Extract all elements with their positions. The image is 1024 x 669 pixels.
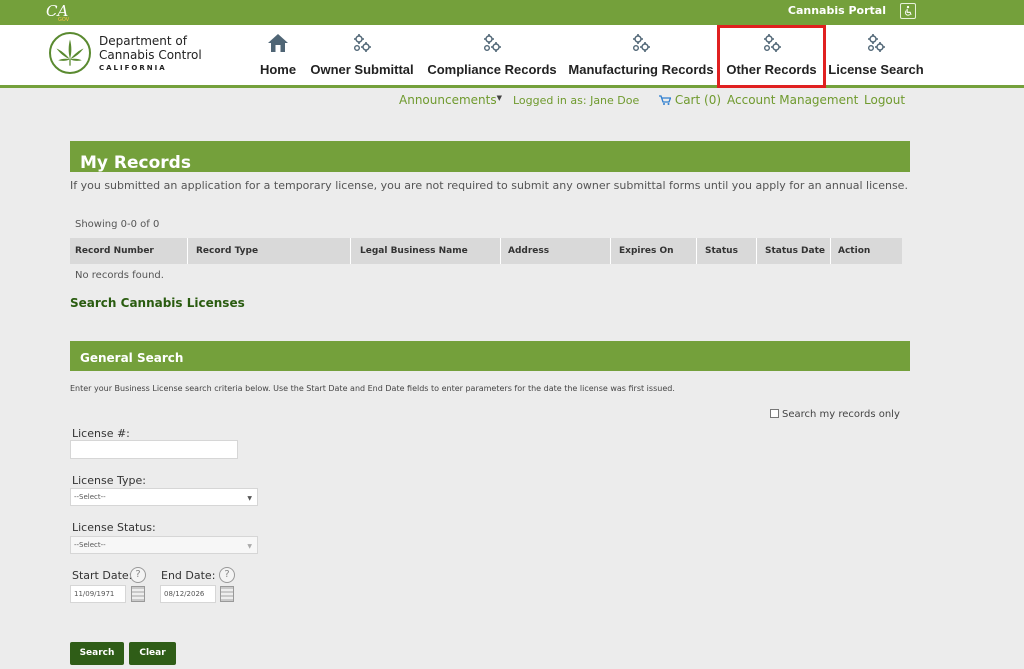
search-my-records-label: Search my records only — [782, 409, 900, 420]
svg-text:GOV: GOV — [58, 17, 70, 22]
ca-gov-logo[interactable]: CA GOV — [44, 2, 78, 22]
license-number-input[interactable] — [70, 440, 238, 459]
records-intro-text: If you submitted an application for a te… — [70, 179, 908, 192]
cart-label: Cart (0) — [674, 93, 722, 107]
end-date-help-icon[interactable]: ? — [219, 567, 235, 583]
search-my-records-only[interactable]: Search my records only — [770, 409, 900, 420]
top-bar: CA GOV Cannabis Portal — [0, 0, 1024, 25]
dropdown-arrow-icon: ▼ — [247, 543, 252, 550]
start-date-calendar-icon[interactable] — [131, 586, 145, 602]
gears-icon — [763, 34, 781, 52]
announcements-label: Announcements — [399, 93, 497, 107]
col-record-type[interactable]: Record Type — [196, 246, 258, 256]
caret-down-icon: ▼ — [496, 94, 502, 102]
cannabis-portal-link[interactable]: Cannabis Portal — [788, 4, 886, 17]
license-status-value: --Select-- — [74, 541, 106, 549]
start-date-label: Start Date: — [72, 569, 133, 582]
search-button[interactable]: Search — [70, 642, 124, 665]
search-cannabis-licenses-heading: Search Cannabis Licenses — [70, 296, 245, 310]
account-management-link[interactable]: Account Management — [727, 93, 858, 107]
logged-in-text: Logged in as: Jane Doe — [513, 94, 640, 107]
dept-line-1: Department of — [99, 34, 187, 48]
nav-license-search[interactable]: License Search — [828, 25, 924, 88]
end-date-calendar-icon[interactable] — [220, 586, 234, 602]
license-status-label: License Status: — [72, 521, 156, 534]
nav-manufacturing-records-label: Manufacturing Records — [568, 62, 714, 77]
nav-compliance-records-label: Compliance Records — [427, 62, 557, 77]
col-status[interactable]: Status — [705, 246, 738, 256]
logout-link[interactable]: Logout — [864, 93, 905, 107]
department-name: Department of Cannabis Control CALIFORNI… — [99, 34, 202, 74]
records-table-header: Record Number Record Type Legal Business… — [70, 238, 902, 264]
general-search-title: General Search — [70, 341, 910, 371]
nav-license-search-label: License Search — [828, 62, 924, 77]
col-action[interactable]: Action — [838, 246, 870, 256]
nav-owner-submittal[interactable]: Owner Submittal — [307, 25, 417, 88]
end-date-input[interactable]: 08/12/2026 — [160, 585, 216, 603]
license-type-label: License Type: — [72, 474, 146, 487]
my-records-title: My Records — [70, 141, 910, 173]
license-type-select[interactable]: --Select-- ▼ — [70, 488, 258, 506]
nav-home-label: Home — [259, 62, 297, 77]
start-date-input[interactable]: 11/09/1971 — [70, 585, 126, 603]
col-expires-on[interactable]: Expires On — [619, 246, 674, 256]
start-date-help-icon[interactable]: ? — [130, 567, 146, 583]
gears-icon — [354, 34, 371, 52]
license-status-select[interactable]: --Select-- ▼ — [70, 536, 258, 554]
gears-icon — [633, 34, 650, 52]
dcc-leaf-logo[interactable] — [49, 32, 91, 74]
accessibility-icon[interactable] — [900, 3, 916, 19]
gears-icon — [484, 34, 501, 52]
col-legal-business-name[interactable]: Legal Business Name — [360, 246, 468, 256]
nav-home[interactable]: Home — [256, 25, 300, 88]
cart-link[interactable]: Cart (0) — [659, 93, 721, 107]
search-my-records-checkbox[interactable] — [770, 409, 779, 418]
license-type-value: --Select-- — [74, 493, 106, 501]
nav-other-records-label: Other Records — [726, 62, 817, 77]
dept-line-2: Cannabis Control — [99, 48, 202, 62]
no-records-text: No records found. — [75, 270, 164, 281]
general-search-help-text: Enter your Business License search crite… — [70, 384, 675, 393]
cart-icon — [659, 95, 672, 105]
announcements-link[interactable]: Announcements▼ — [399, 93, 502, 107]
dept-line-3: CALIFORNIA — [99, 64, 167, 72]
nav-compliance-records[interactable]: Compliance Records — [425, 25, 559, 88]
end-date-label: End Date: — [161, 569, 216, 582]
nav-manufacturing-records[interactable]: Manufacturing Records — [567, 25, 715, 88]
col-record-number[interactable]: Record Number — [75, 246, 154, 256]
records-count: Showing 0-0 of 0 — [75, 219, 160, 230]
col-status-date[interactable]: Status Date — [765, 246, 825, 256]
nav-owner-submittal-label: Owner Submittal — [310, 62, 414, 77]
site-header: Department of Cannabis Control CALIFORNI… — [0, 25, 1024, 88]
clear-button[interactable]: Clear — [129, 642, 176, 665]
nav-other-records[interactable]: Other Records — [717, 25, 826, 88]
col-address[interactable]: Address — [508, 246, 549, 256]
dropdown-arrow-icon: ▼ — [247, 495, 252, 502]
home-icon — [268, 34, 288, 52]
gears-icon — [868, 34, 885, 52]
license-number-label: License #: — [72, 427, 130, 440]
